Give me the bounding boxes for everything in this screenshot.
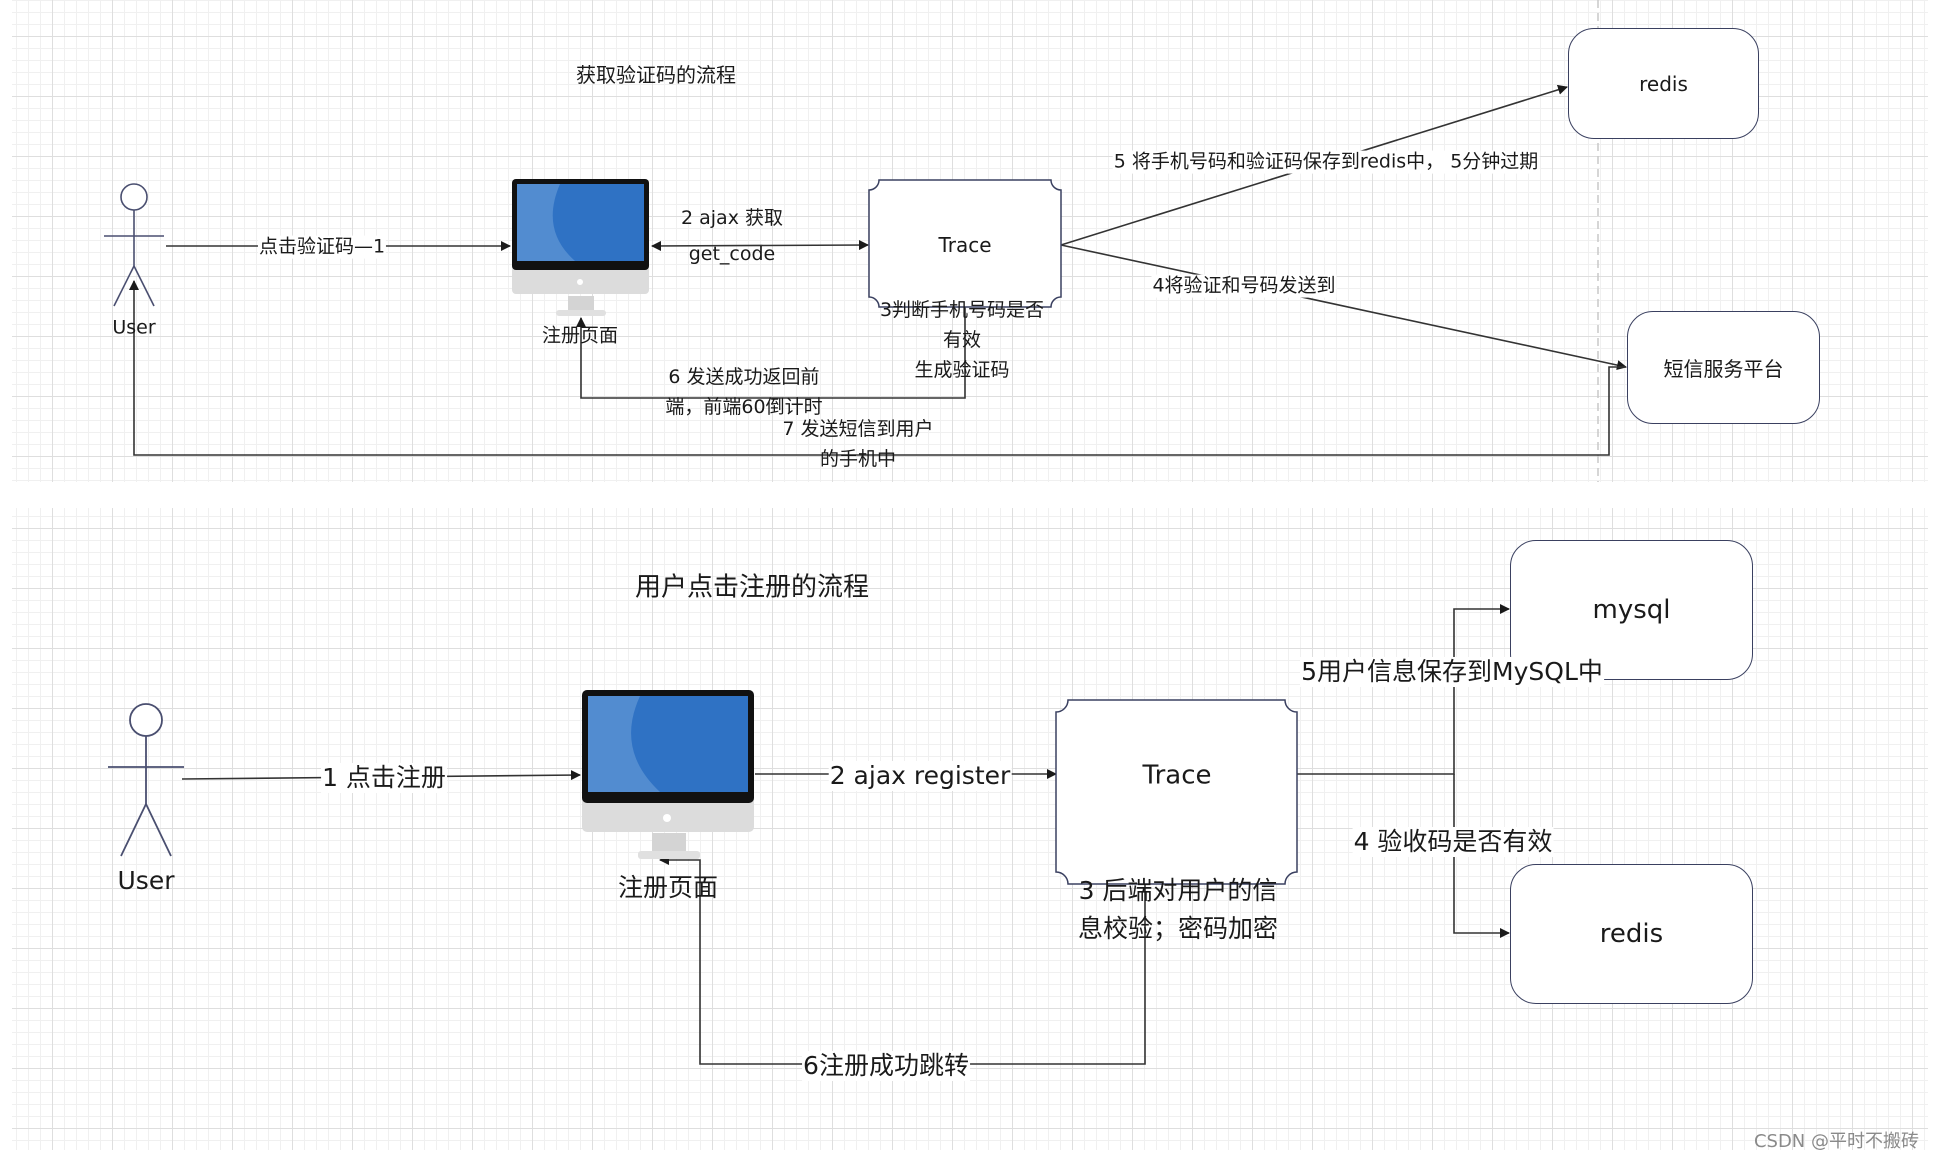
trace-label-bottom: Trace [1142, 760, 1212, 791]
edge-bottom-trace-to-page-return[interactable] [659, 855, 1146, 1065]
edge-label-bottom-step6: 6注册成功跳转 [802, 1051, 970, 1081]
edge-label-bottom-step2: 2 ajax register [828, 761, 1012, 791]
redis-box-bottom[interactable]: redis [1510, 864, 1753, 1004]
edge-label-bottom-step3: 3 后端对用户的信 息校验；密码加密 [1078, 872, 1278, 948]
edge-label-top-step4: 4将验证和号码发送到 [1151, 274, 1337, 298]
trace-box-bottom[interactable] [1055, 699, 1298, 885]
watermark: CSDN @平时不搬砖 [1753, 1131, 1919, 1152]
trace-label-top: Trace [938, 233, 992, 257]
edge-label-top-step7-line2: 的手机中 [819, 448, 897, 470]
edge-label-top-step5: 5 将手机号码和验证码保存到redis中， 5分钟过期 [1112, 150, 1540, 174]
edge-label-top-step3-line3: 生成验证码 [914, 359, 1010, 381]
edge-label-top-step2-line1: 2 ajax 获取 [681, 207, 783, 230]
monitor-icon-bottom[interactable] [582, 690, 754, 859]
monitor-icon-top[interactable] [512, 179, 649, 316]
diagram-title-top: 获取验证码的流程 [576, 63, 736, 87]
edge-label-top-step1: 点击验证码—1 [257, 235, 387, 259]
edge-label-top-step6: 6 发送成功返回前 端，前端60倒计时 [665, 362, 822, 422]
actor-user-bottom-icon[interactable] [108, 703, 184, 857]
redis-box-top[interactable]: redis [1568, 28, 1759, 139]
monitor-label-top: 注册页面 [541, 324, 619, 347]
redis-label-top: redis [1639, 71, 1688, 96]
sms-platform-box[interactable]: 短信服务平台 [1627, 311, 1820, 424]
actor-label-top: User [112, 316, 156, 339]
edge-label-bottom-step1: 1 点击注册 [321, 763, 447, 793]
edge-label-top-step7-line1: 7 发送短信到用户 [782, 418, 934, 440]
edge-label-top-step2-line2: get_code [688, 243, 776, 265]
diagram-title-bottom: 用户点击注册的流程 [634, 572, 870, 603]
edge-label-top-step3-line1: 3判断手机号码是否 [879, 299, 1045, 321]
edge-top-trace-to-sms[interactable] [1060, 244, 1627, 370]
edge-label-bottom-step3-line2: 息校验；密码加密 [1077, 914, 1279, 943]
edge-label-bottom-step3-line1: 3 后端对用户的信 [1078, 876, 1278, 905]
redis-label-bottom: redis [1599, 919, 1664, 949]
sms-platform-label: 短信服务平台 [1663, 357, 1784, 381]
edge-label-top-step3: 3判断手机号码是否 有效 生成验证码 [880, 295, 1044, 385]
actor-label-bottom: User [117, 866, 175, 895]
mysql-label: mysql [1592, 595, 1671, 625]
monitor-label-bottom: 注册页面 [617, 873, 719, 902]
edge-label-top-step7: 7 发送短信到用户 的手机中 [782, 414, 933, 474]
edge-label-bottom-step4: 4 验收码是否有效 [1352, 827, 1554, 857]
edge-label-top-step2: 2 ajax 获取 get_code [681, 207, 783, 268]
edge-label-bottom-step5: 5用户信息保存到MySQL中 [1300, 657, 1604, 687]
edge-label-top-step6-line1: 6 发送成功返回前 [668, 366, 820, 388]
edge-label-top-step3-line2: 有效 [942, 329, 981, 351]
edge-bottom-trace-to-mysql[interactable] [1297, 604, 1510, 775]
